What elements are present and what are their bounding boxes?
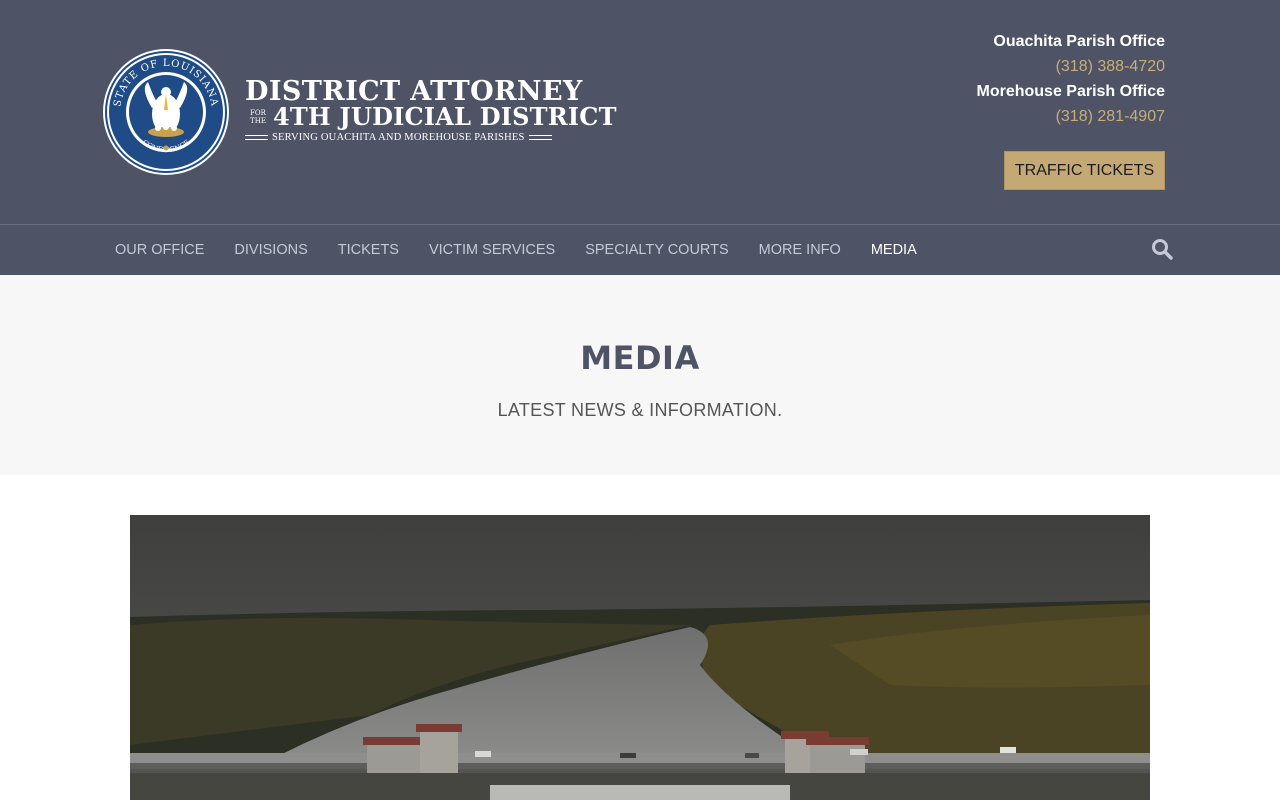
river-aerial-photo bbox=[130, 515, 1150, 800]
logo-home-link[interactable]: STATE OF LOUISIANA CONFIDENCE DISTRICT A… bbox=[102, 48, 616, 176]
nav-item-specialty-courts[interactable]: SPECIALTY COURTS bbox=[570, 225, 743, 275]
page-title: MEDIA bbox=[580, 339, 700, 377]
office-name-ouachita: Ouachita Parish Office bbox=[993, 33, 1165, 50]
decorative-rule bbox=[528, 134, 552, 140]
louisiana-seal-icon: STATE OF LOUISIANA CONFIDENCE bbox=[103, 49, 229, 175]
featured-media-image[interactable] bbox=[130, 515, 1150, 800]
page-hero: MEDIA LATEST NEWS & INFORMATION. bbox=[0, 275, 1280, 475]
nav-item-divisions[interactable]: DIVISIONS bbox=[219, 225, 322, 275]
phone-link-morehouse[interactable]: (318) 281-4907 bbox=[845, 107, 1165, 132]
site-subtitle: SERVING OUACHITA AND MOREHOUSE PARISHES bbox=[245, 131, 552, 143]
site-title-line2: 4TH JUDICIAL DISTRICT bbox=[273, 102, 617, 131]
site-header: STATE OF LOUISIANA CONFIDENCE DISTRICT A… bbox=[0, 0, 1280, 224]
contact-block: Ouachita Parish Office (318) 388-4720 Mo… bbox=[845, 32, 1166, 132]
site-title-for-the: FOR THE bbox=[250, 109, 266, 125]
decorative-rule bbox=[245, 134, 268, 140]
traffic-tickets-button[interactable]: TRAFFIC TICKETS bbox=[1004, 151, 1165, 190]
nav-item-tickets[interactable]: TICKETS bbox=[323, 225, 414, 275]
site-subtitle-text: SERVING OUACHITA AND MOREHOUSE PARISHES bbox=[272, 131, 525, 143]
nav-menu: OUR OFFICE DIVISIONS TICKETS VICTIM SERV… bbox=[100, 225, 932, 275]
site-wordmark: DISTRICT ATTORNEY FOR THE 4TH JUDICIAL D… bbox=[245, 76, 616, 148]
nav-item-our-office[interactable]: OUR OFFICE bbox=[100, 225, 219, 275]
search-icon[interactable] bbox=[1150, 237, 1174, 261]
nav-item-media[interactable]: MEDIA bbox=[856, 225, 932, 275]
office-name-morehouse: Morehouse Parish Office bbox=[976, 83, 1166, 100]
main-nav: OUR OFFICE DIVISIONS TICKETS VICTIM SERV… bbox=[0, 224, 1280, 275]
page-subtitle: LATEST NEWS & INFORMATION. bbox=[497, 400, 783, 420]
nav-item-more-info[interactable]: MORE INFO bbox=[744, 225, 856, 275]
phone-link-ouachita[interactable]: (318) 388-4720 bbox=[845, 57, 1165, 82]
nav-item-victim-services[interactable]: VICTIM SERVICES bbox=[414, 225, 570, 275]
